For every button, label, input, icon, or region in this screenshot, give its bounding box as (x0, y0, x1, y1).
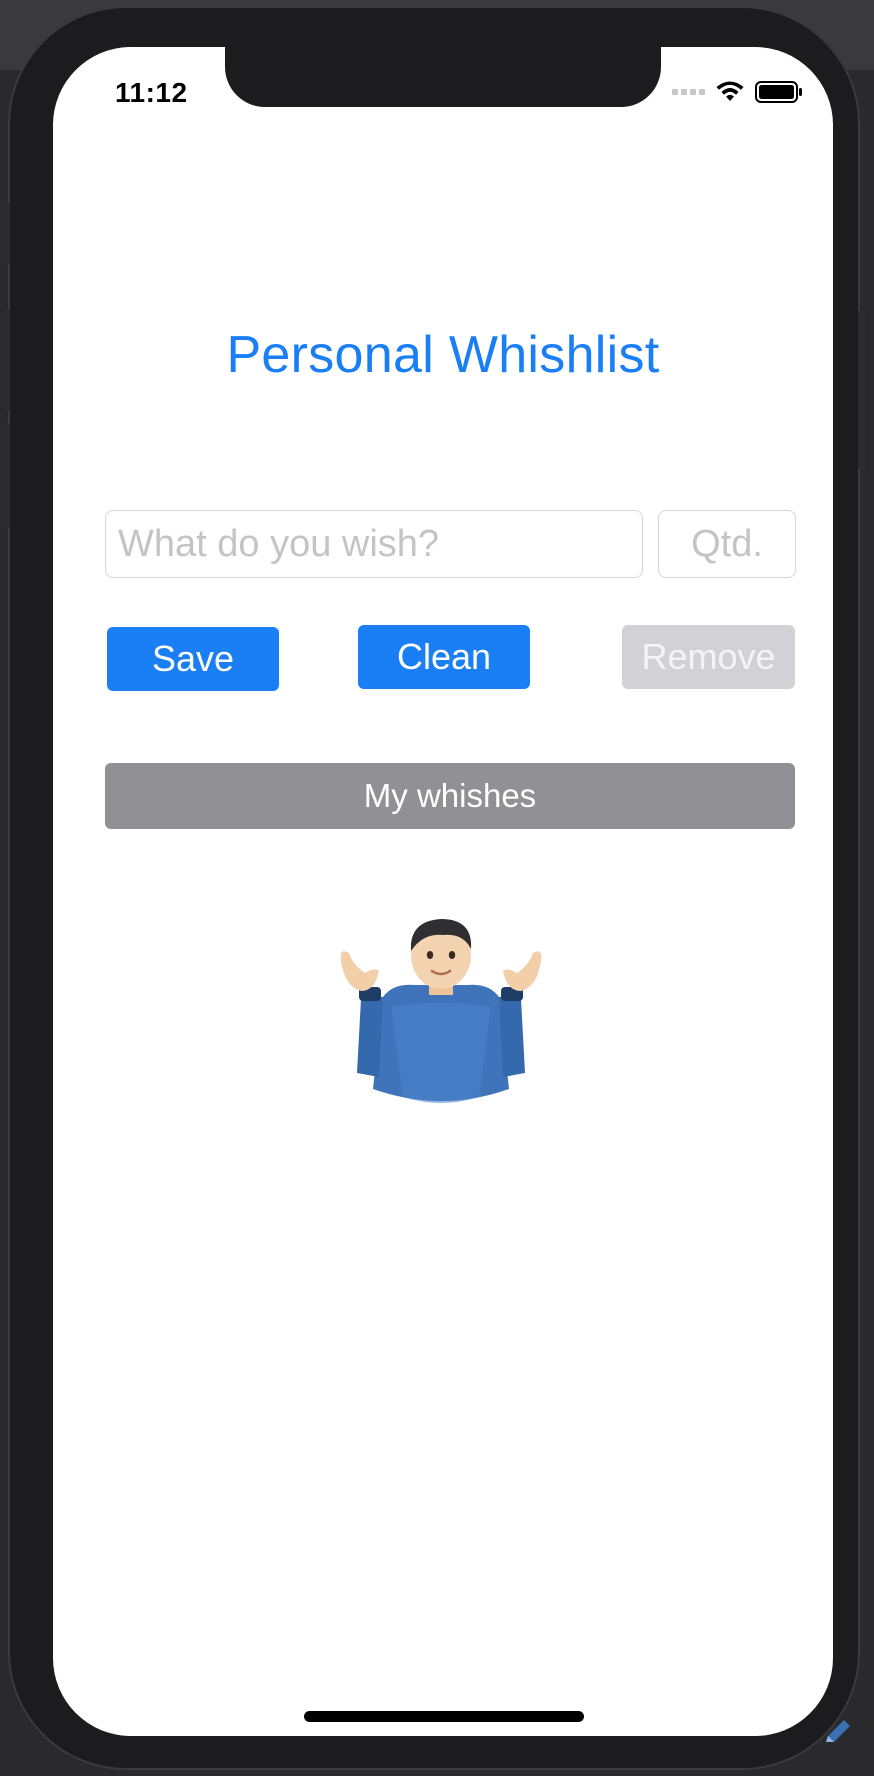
mute-switch (2, 202, 10, 264)
pencil-icon[interactable] (820, 1714, 856, 1750)
remove-button[interactable]: Remove (622, 625, 795, 689)
page-title: Personal Whishlist (226, 326, 660, 384)
volume-down-button (2, 424, 10, 528)
signal-icon (672, 89, 705, 95)
save-button[interactable]: Save (107, 627, 279, 691)
home-indicator[interactable] (304, 1711, 584, 1722)
my-wishes-button[interactable]: My whishes (105, 763, 795, 829)
iphone-frame: 11:12 Personal Whishlist What do you wis… (2, 6, 866, 1770)
wifi-icon (716, 81, 744, 101)
status-time: 11:12 (115, 77, 188, 108)
quantity-input[interactable] (658, 510, 796, 578)
power-button (858, 310, 866, 470)
battery-icon (755, 81, 802, 103)
man-shrugging-emoji (340, 919, 542, 1103)
volume-up-button (2, 308, 10, 412)
wish-input[interactable] (105, 510, 643, 578)
clean-button[interactable]: Clean (358, 625, 530, 689)
simulator-window: 11:12 Personal Whishlist What do you wis… (0, 0, 874, 1776)
notch (225, 47, 661, 107)
app-screen: 11:12 Personal Whishlist What do you wis… (53, 47, 833, 1736)
status-icons (672, 81, 803, 103)
